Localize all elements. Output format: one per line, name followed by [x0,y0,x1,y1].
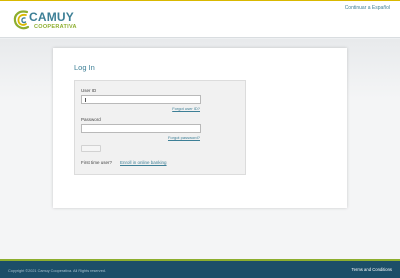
login-form: User ID Forgot user ID? Password Forgot … [74,80,246,175]
logo-subtitle: COOPERATIVA [34,24,77,30]
text-caret [85,98,86,102]
login-title: Log In [74,63,95,72]
enroll-link[interactable]: Enroll in online banking [120,160,167,165]
user-id-label: User ID [81,88,97,93]
login-card: Log In User ID Forgot user ID? Password … [53,48,347,208]
language-switch-link[interactable]: Continuar a Español [345,5,390,11]
login-button[interactable] [81,145,101,152]
password-label: Password [81,117,101,122]
forgot-password-link[interactable]: Forgot password? [168,135,200,140]
password-input[interactable] [81,124,201,133]
page-footer: Copyright ©2021 Camuy Cooperativa. All R… [0,259,400,278]
first-time-label: First time user? [81,160,113,165]
forgot-user-id-link[interactable]: Forgot user ID? [172,106,200,111]
logo-name: CAMUY [29,10,74,24]
copyright-text: Copyright ©2021 Camuy Cooperativa. All R… [8,269,106,273]
terms-link[interactable]: Terms and Conditions [352,267,393,272]
top-header: CAMUY COOPERATIVA Continuar a Español [0,0,400,38]
camuy-logo[interactable]: CAMUY COOPERATIVA [13,9,83,33]
user-id-input[interactable] [81,95,201,104]
